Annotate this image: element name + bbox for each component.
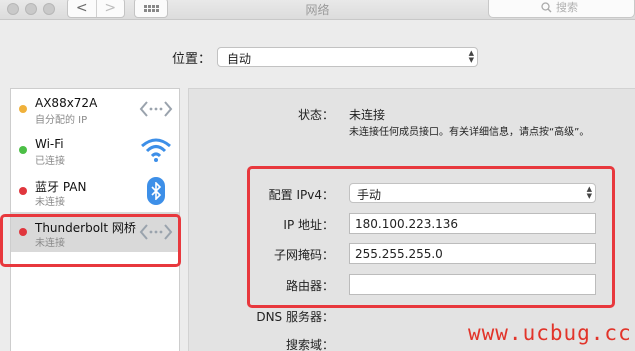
ethernet-arrows-icon	[139, 95, 173, 123]
service-status: 未连接	[35, 197, 65, 208]
status-dot-green	[19, 146, 27, 154]
highlight-box-thunderbolt	[0, 214, 181, 267]
service-status: 自分配的 IP	[35, 115, 88, 126]
location-value: 自动	[227, 52, 252, 66]
search-placeholder: 搜索	[556, 1, 578, 14]
search-domain-label: 搜索域：	[285, 338, 334, 351]
search-field[interactable]: 搜索	[488, 0, 635, 18]
service-name: Wi-Fi	[35, 137, 64, 151]
dns-server-label: DNS 服务器：	[256, 310, 334, 324]
watermark-text: www.ucbug.cc	[468, 321, 632, 345]
service-item-bluetooth-pan[interactable]: 蓝牙 PAN 未连接	[11, 171, 179, 211]
status-value: 未连接	[349, 108, 386, 122]
updown-chevron-icon: ▲ ▼	[468, 49, 474, 64]
status-dot-red	[19, 187, 27, 195]
location-label: 位置：	[172, 52, 212, 67]
location-select[interactable]: 自动 ▲ ▼	[217, 47, 478, 67]
service-item-ax88x72a[interactable]: AX88x72A 自分配的 IP	[11, 89, 179, 129]
title-bar: < > 网络 搜索	[0, 0, 635, 20]
bluetooth-icon	[139, 177, 173, 205]
status-dot-yellow	[19, 105, 27, 113]
wifi-icon	[139, 136, 173, 164]
highlight-box-ip-settings	[247, 166, 615, 308]
service-name: AX88x72A	[35, 96, 98, 110]
service-item-wifi[interactable]: Wi-Fi 已连接	[11, 130, 179, 170]
status-description: 未连接任何成员接口。有关详细信息，请点按“高级”。	[349, 127, 590, 138]
search-icon	[541, 1, 552, 12]
service-status: 已连接	[35, 156, 65, 167]
status-label: 状态：	[297, 108, 334, 122]
